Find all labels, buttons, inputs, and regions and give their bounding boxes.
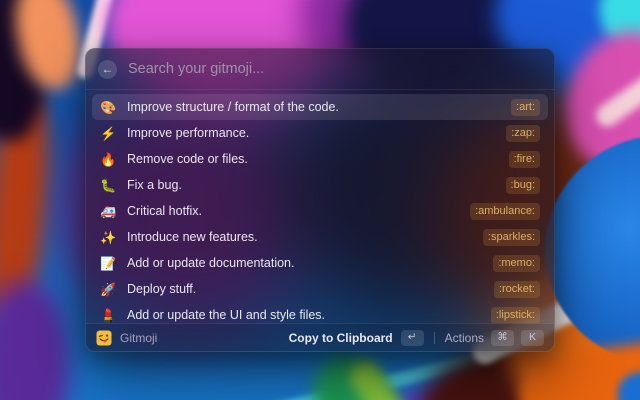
list-item[interactable]: 🔥 Remove code or files. :fire: xyxy=(92,146,548,172)
list-item[interactable]: ✨ Introduce new features. :sparkles: xyxy=(92,224,548,250)
gitmoji-label: Fix a bug. xyxy=(127,178,182,192)
gitmoji-label: Add or update documentation. xyxy=(127,256,294,270)
actions-label: Actions xyxy=(445,331,484,345)
list-item[interactable]: 🚀 Deploy stuff. :rocket: xyxy=(92,276,548,302)
list-item[interactable]: 🚑 Critical hotfix. :ambulance: xyxy=(92,198,548,224)
gitmoji-emoji: 🐛 xyxy=(100,179,120,192)
gitmoji-emoji: 💄 xyxy=(100,309,120,322)
k-key-badge: K xyxy=(521,330,544,346)
gitmoji-list: 🎨 Improve structure / format of the code… xyxy=(86,90,554,323)
gitmoji-emoji: ⚡ xyxy=(100,127,120,140)
footer-divider xyxy=(434,332,435,344)
gitmoji-code-badge: :rocket: xyxy=(494,281,540,298)
list-item[interactable]: 🐛 Fix a bug. :bug: xyxy=(92,172,548,198)
search-bar: ← xyxy=(86,49,554,90)
search-input[interactable] xyxy=(128,61,542,77)
actions-button[interactable]: Actions ⌘ K xyxy=(445,330,544,346)
gitmoji-emoji: 🔥 xyxy=(100,153,120,166)
gitmoji-logo-icon xyxy=(96,330,112,346)
gitmoji-code-badge: :bug: xyxy=(506,177,540,194)
wallpaper-blob xyxy=(0,280,70,400)
list-item[interactable]: 💄 Add or update the UI and style files. … xyxy=(92,302,548,323)
gitmoji-code-badge: :lipstick: xyxy=(491,307,540,324)
gitmoji-emoji: 📝 xyxy=(100,257,120,270)
enter-key-badge: ↵ xyxy=(401,330,424,346)
gitmoji-label: Critical hotfix. xyxy=(127,204,202,218)
list-item[interactable]: ⚡ Improve performance. :zap: xyxy=(92,120,548,146)
gitmoji-emoji: 🎨 xyxy=(100,101,120,114)
gitmoji-label: Deploy stuff. xyxy=(127,282,196,296)
gitmoji-label: Remove code or files. xyxy=(127,152,248,166)
cmd-key-badge: ⌘ xyxy=(491,330,514,346)
list-item[interactable]: 📝 Add or update documentation. :memo: xyxy=(92,250,548,276)
primary-action-label: Copy to Clipboard xyxy=(289,331,393,345)
gitmoji-emoji: 🚑 xyxy=(100,205,120,218)
gitmoji-code-badge: :fire: xyxy=(509,151,540,168)
gitmoji-window: ← 🎨 Improve structure / format of the co… xyxy=(85,48,555,352)
gitmoji-code-badge: :zap: xyxy=(506,125,540,142)
back-arrow-icon: ← xyxy=(102,63,114,75)
app-name: Gitmoji xyxy=(120,331,157,345)
gitmoji-emoji: 🚀 xyxy=(100,283,120,296)
gitmoji-emoji: ✨ xyxy=(100,231,120,244)
gitmoji-code-badge: :memo: xyxy=(493,255,540,272)
screen: ← 🎨 Improve structure / format of the co… xyxy=(0,0,640,400)
list-item[interactable]: 🎨 Improve structure / format of the code… xyxy=(92,94,548,120)
primary-action-button[interactable]: Copy to Clipboard ↵ xyxy=(289,330,424,346)
gitmoji-label: Improve performance. xyxy=(127,126,249,140)
gitmoji-label: Improve structure / format of the code. xyxy=(127,100,339,114)
gitmoji-code-badge: :art: xyxy=(511,99,540,116)
back-button[interactable]: ← xyxy=(98,60,117,79)
gitmoji-label: Introduce new features. xyxy=(127,230,258,244)
gitmoji-label: Add or update the UI and style files. xyxy=(127,308,325,322)
footer: Gitmoji Copy to Clipboard ↵ Actions ⌘ K xyxy=(86,323,554,351)
gitmoji-code-badge: :ambulance: xyxy=(470,203,540,220)
gitmoji-code-badge: :sparkles: xyxy=(483,229,540,246)
